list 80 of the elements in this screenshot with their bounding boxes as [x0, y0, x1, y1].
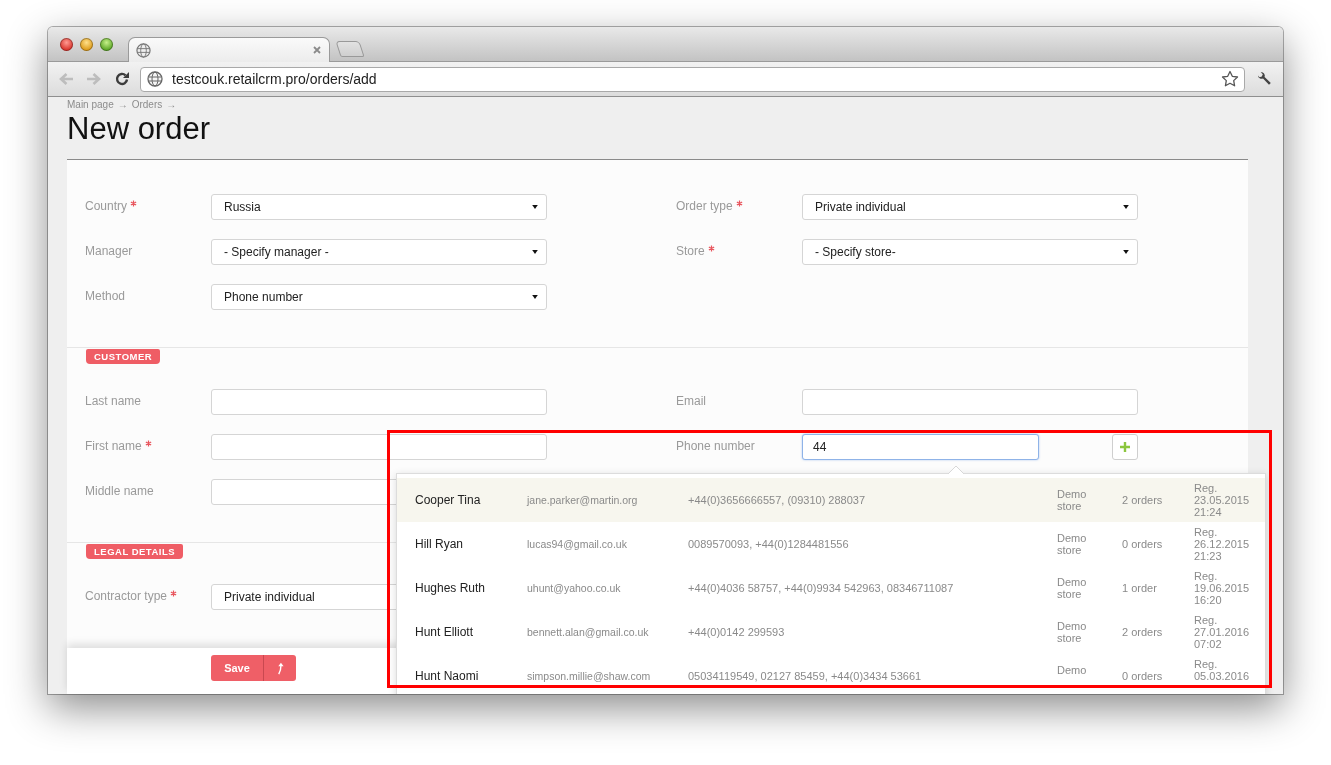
section-heading: LEGAL DETAILS [86, 544, 184, 559]
curved-arrow-icon [276, 661, 284, 675]
order-count: 1 order [1122, 582, 1158, 594]
section-heading: CUSTOMER [86, 349, 161, 364]
input-field[interactable] [802, 389, 1138, 415]
customer-email: jane.parker@martin.org [527, 494, 639, 506]
customer-email: bennett.alan@gmail.co.uk [527, 626, 650, 638]
customer-name: Cooper Tina [415, 493, 482, 507]
caret-icon [532, 205, 538, 209]
suggestion-row[interactable]: Cooper Tina jane.parker@martin.org +44(0)3656666557, (09310) 288037 Demo store 2 orders Reg. 23.05.2015 21:24 [397, 478, 1265, 522]
input-field[interactable] [211, 389, 547, 415]
customer-phones: +44(0)4036 58757, +44(0)9934 542963, 08346711087 [688, 582, 955, 594]
address-bar[interactable]: testcouk.retailcrm.pro/orders/add [140, 66, 1245, 92]
select-field[interactable]: Phone number [211, 284, 547, 310]
plus-icon [1120, 442, 1130, 452]
customer-store: Demo store [1057, 576, 1088, 600]
customer-name: Hunt Elliott [415, 625, 475, 639]
input-field[interactable]: 44 [802, 434, 1039, 460]
field-label: Store [676, 244, 705, 258]
close-light-icon[interactable] [60, 38, 73, 51]
order-count: 0 orders [1122, 538, 1164, 550]
registration-date: Reg. 23.05.2015 21:24 [1194, 481, 1251, 518]
minimize-light-icon[interactable] [80, 38, 93, 51]
globe-icon [136, 42, 151, 58]
caret-icon [1123, 205, 1129, 209]
caret-icon [1123, 250, 1129, 254]
field-label: Phone number [676, 439, 755, 453]
globe-icon [147, 71, 163, 87]
input-field[interactable] [211, 434, 547, 460]
field-label: First name [85, 439, 142, 453]
field-label: Method [85, 289, 126, 303]
field-label: Country [85, 199, 128, 213]
close-icon[interactable] [313, 46, 321, 54]
select-field[interactable]: - Specify manager - [211, 239, 547, 265]
customer-store: Demo [1057, 664, 1088, 676]
suggestion-row[interactable]: Hill Ryan lucas94@gmail.co.uk 0089570093, +44(0)1284481556 Demo store 0 orders Reg. 26.12.2015 21:23 [397, 522, 1265, 566]
registration-date: Reg. 19.06.2015 16:20 [1194, 569, 1251, 606]
field-label: Manager [85, 244, 133, 258]
field-label: Contractor type [85, 589, 168, 603]
field-label: Middle name [85, 484, 154, 498]
caret-icon [532, 295, 538, 299]
suggestion-row[interactable]: Hunt Elliott bennett.alan@gmail.co.uk +44(0)0142 299593 Demo store 2 orders Reg. 27.01.2016 07:02 [397, 610, 1265, 654]
wrench-icon[interactable] [1256, 71, 1272, 87]
select-field[interactable]: Private individual [802, 194, 1138, 220]
registration-date: Reg. 05.03.2016 [1194, 657, 1251, 682]
reload-icon[interactable] [114, 71, 130, 87]
order-count: 0 orders [1122, 670, 1164, 682]
browser-tab[interactable] [128, 37, 330, 62]
field-label: Last name [85, 394, 142, 408]
customer-email: lucas94@gmail.co.uk [527, 538, 628, 550]
breadcrumb-separator: → [117, 99, 128, 111]
breadcrumb-separator: → [166, 99, 177, 111]
customer-phones: 0089570093, +44(0)1284481556 [688, 538, 850, 550]
customer-name: Hughes Ruth [415, 581, 487, 595]
field-label: Order type [676, 199, 733, 213]
customer-store: Demo store [1057, 532, 1088, 556]
customer-phones: 05034119549, 02127 85459, +44(0)3434 53661 [688, 670, 923, 682]
customer-name: Hill Ryan [415, 537, 464, 551]
customer-phones: +44(0)3656666557, (09310) 288037 [688, 494, 867, 506]
customer-store: Demo store [1057, 620, 1088, 644]
customer-store: Demo store [1057, 488, 1088, 512]
zoom-light-icon[interactable] [100, 38, 113, 51]
customer-phones: +44(0)0142 299593 [688, 626, 786, 638]
new-tab-button[interactable] [335, 41, 365, 57]
url-text: testcouk.retailcrm.pro/orders/add [172, 71, 377, 87]
save-options-button[interactable] [263, 655, 296, 681]
select-field[interactable]: Russia [211, 194, 547, 220]
star-icon[interactable] [1221, 70, 1239, 88]
page-title: New order [67, 112, 211, 146]
select-field[interactable]: - Specify store- [802, 239, 1138, 265]
add-button[interactable] [1112, 434, 1138, 460]
customer-name: Hunt Naomi [415, 669, 480, 683]
customer-email: simpson.millie@shaw.com [527, 670, 652, 682]
field-label: Email [676, 394, 706, 408]
caret-icon [532, 250, 538, 254]
registration-date: Reg. 26.12.2015 21:23 [1194, 525, 1251, 562]
suggestion-row[interactable]: Hunt Naomi simpson.millie@shaw.com 05034119549, 02127 85459, +44(0)3434 53661 Demo 0 orders Reg. 05.03.2016 [397, 654, 1265, 694]
registration-date: Reg. 27.01.2016 07:02 [1194, 613, 1251, 650]
order-count: 2 orders [1122, 626, 1164, 638]
order-count: 2 orders [1122, 494, 1164, 506]
